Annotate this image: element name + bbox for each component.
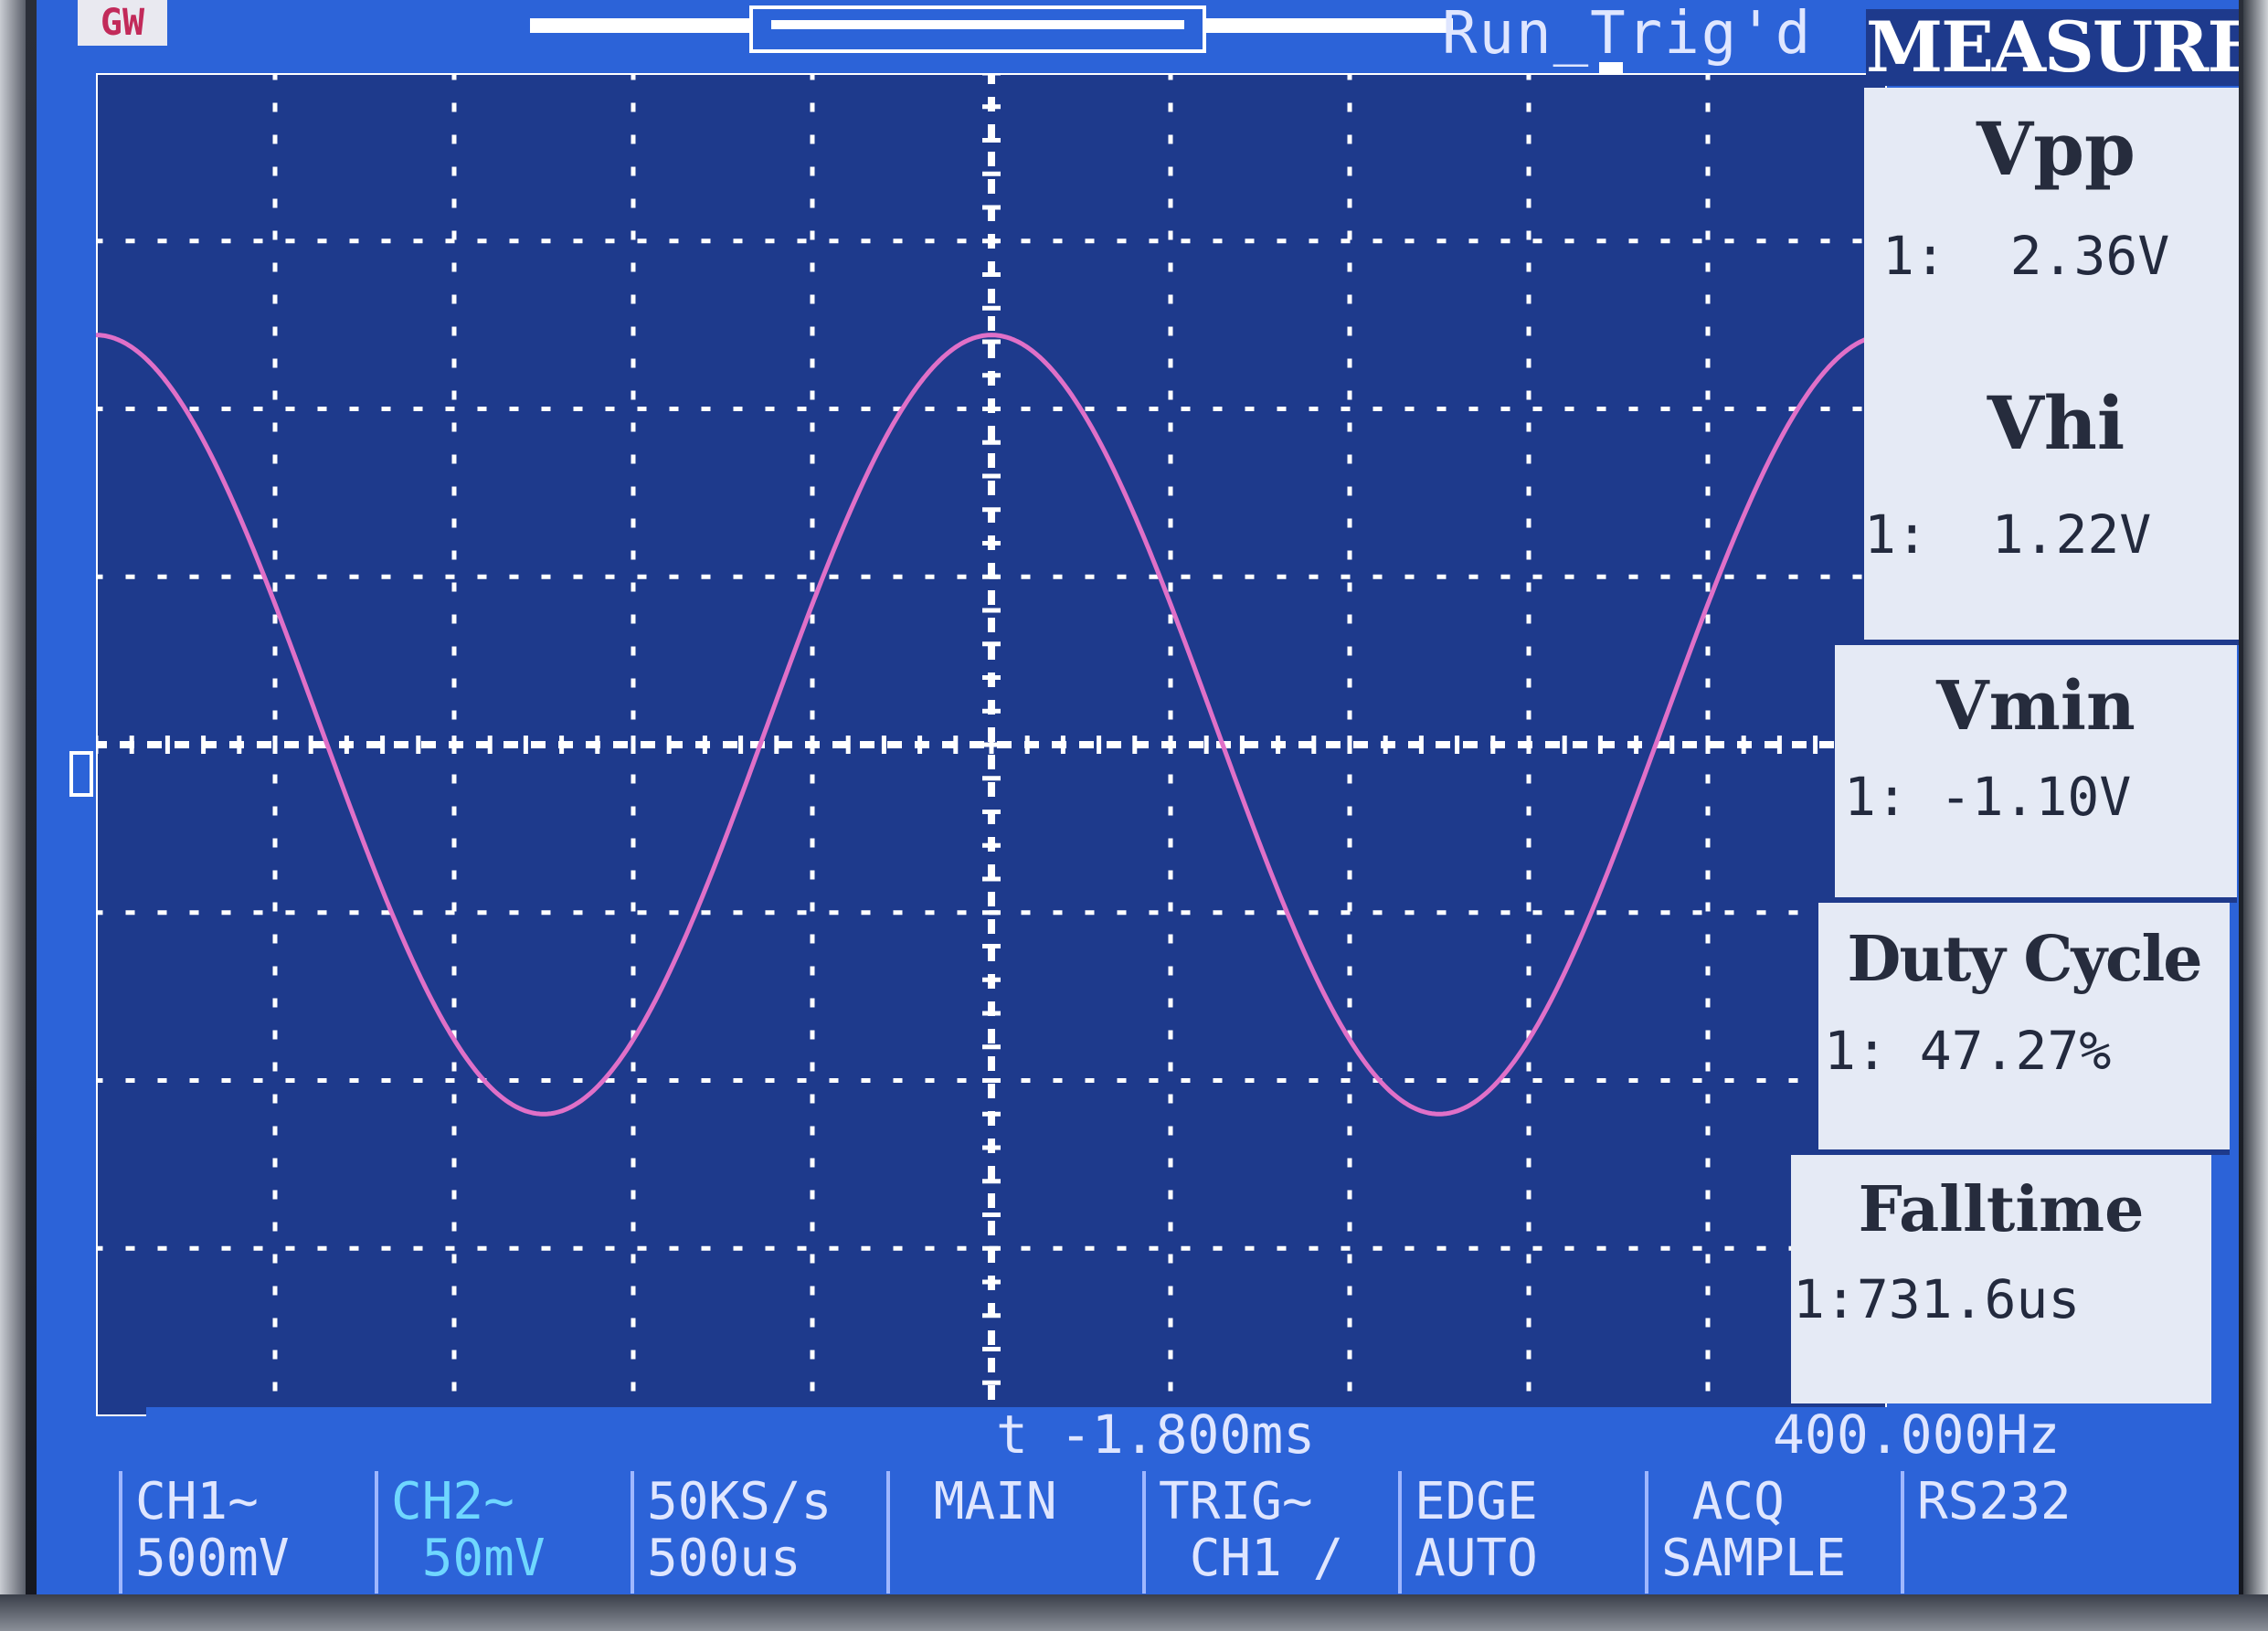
measure-vhi-value: 1: 1.22V [1864, 503, 2152, 566]
gw-logo: GW [78, 0, 167, 46]
lcd-screen: GW Run_Trig'd MEASURE Vpp 1: 2.36V Vhi 1… [37, 0, 2239, 1594]
waveform-display [96, 73, 1887, 1416]
bezel-left-edge [0, 0, 26, 1631]
softkey-acquire-line2: SAMPLE [1661, 1529, 1847, 1588]
softkey-edge-line1: EDGE [1415, 1472, 1538, 1531]
measure-vpp-label: Vpp [1977, 106, 2136, 192]
measure-vhi-label: Vhi [1987, 380, 2125, 466]
softkey-trigger-line2: CH1 / [1159, 1529, 1344, 1588]
measure-falltime[interactable]: Falltime 1:731.6us [1791, 1155, 2211, 1403]
softkey-timebase-line1: 50KS/s [647, 1472, 832, 1531]
measure-duty-cycle[interactable]: Duty Cycle 1: 47.27% [1818, 903, 2230, 1155]
softkey-main[interactable]: MAIN [886, 1471, 1142, 1594]
measure-falltime-value: 1:731.6us [1793, 1268, 2081, 1330]
softkey-main-line1: MAIN [903, 1472, 1057, 1531]
ch1-ground-marker[interactable] [69, 751, 93, 797]
softkey-timebase-line2: 500us [647, 1529, 801, 1588]
bezel-right-edge [2243, 0, 2268, 1631]
measure-vpp[interactable]: Vpp 1: 2.36V Vhi 1: 1.22V [1864, 88, 2239, 640]
measure-vmin[interactable]: Vmin 1: -1.10V [1835, 645, 2237, 903]
softkey-rs232[interactable]: RS232 [1901, 1471, 2166, 1594]
softkey-ch1-line2: 500mV [135, 1529, 290, 1588]
softkey-trigger[interactable]: TRIG∼ CH1 / [1142, 1471, 1398, 1594]
softkey-timebase[interactable]: 50KS/s 500us [631, 1471, 886, 1594]
softkey-acquire[interactable]: ACQ SAMPLE [1645, 1471, 1901, 1594]
measure-vmin-label: Vmin [1936, 667, 2136, 746]
bezel-bottom-edge [0, 1594, 2268, 1631]
measure-duty-label: Duty Cycle [1847, 923, 2202, 996]
softkey-edge-line2: AUTO [1415, 1529, 1538, 1588]
measure-falltime-label: Falltime [1858, 1173, 2145, 1246]
softkey-ch1-line1: CH1∼ [135, 1472, 259, 1531]
frequency-counter: 400.000Hz [1773, 1403, 2061, 1466]
softkey-ch2[interactable]: CH2∼ 50mV [375, 1471, 631, 1594]
measure-vmin-value: 1: -1.10V [1844, 766, 2132, 828]
graticule [96, 73, 1887, 1416]
measure-vpp-value: 1: 2.36V [1882, 225, 2170, 287]
measure-title: MEASURE [1866, 9, 2239, 86]
softkey-edge[interactable]: EDGE AUTO [1398, 1471, 1645, 1594]
memory-view-window [749, 5, 1206, 53]
softkey-rs232-line1: RS232 [1917, 1472, 2072, 1531]
memory-view-indicator [771, 20, 1184, 29]
softkey-ch1[interactable]: CH1∼ 500mV [119, 1471, 375, 1594]
ch1-trace [96, 333, 1887, 1117]
softkey-acquire-line1: ACQ [1661, 1472, 1785, 1531]
measure-duty-value: 1: 47.27% [1824, 1020, 2112, 1082]
softkey-ch2-line2: 50mV [391, 1529, 546, 1588]
horizontal-position: t -1.800ms [996, 1403, 1316, 1466]
acquisition-status: Run_Trig'd [1442, 0, 1813, 68]
softkey-ch2-line1: CH2∼ [391, 1472, 514, 1531]
softkey-trigger-line1: TRIG∼ [1159, 1472, 1313, 1531]
